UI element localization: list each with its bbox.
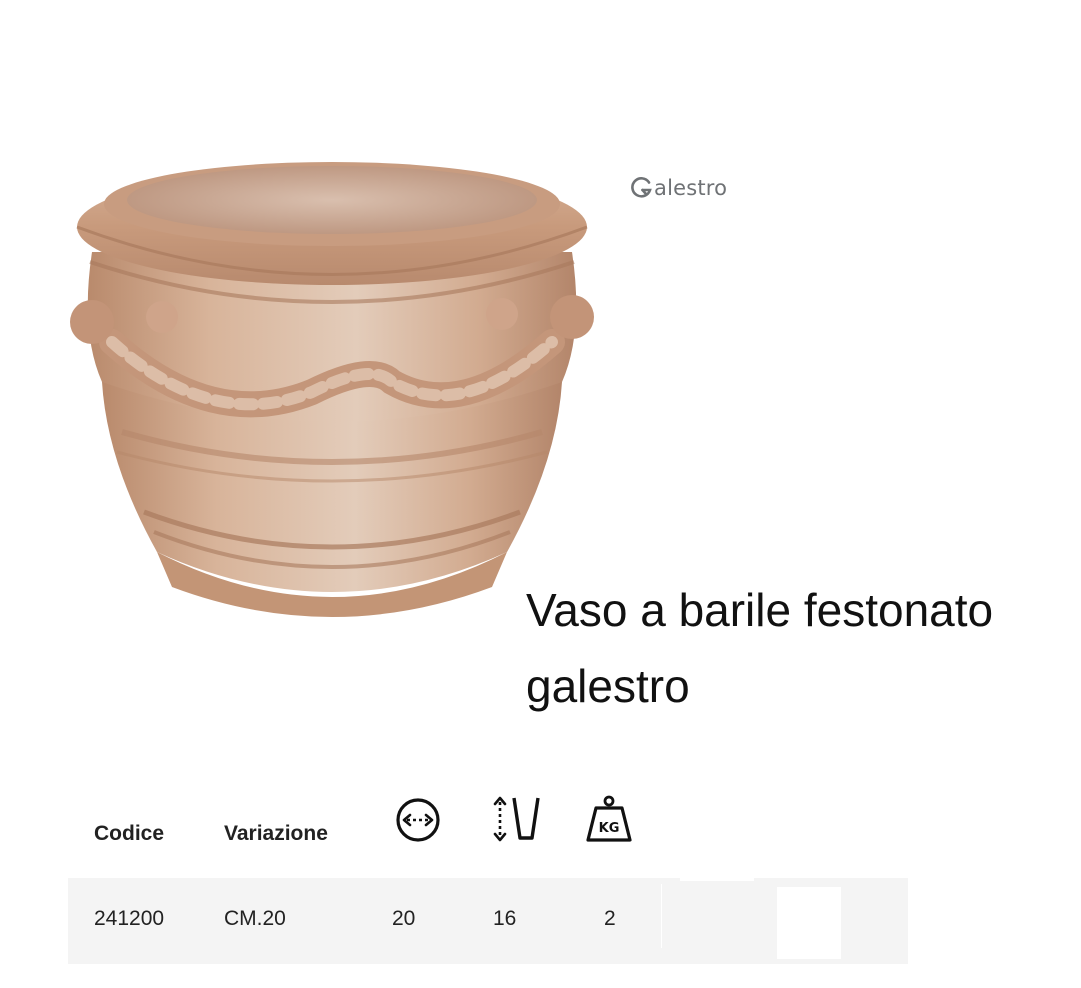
brand-logo: alestro: [630, 176, 727, 200]
cell-diameter: 20: [392, 907, 416, 930]
product-title: Vaso a barile festonato galestro: [526, 572, 1066, 724]
spec-table-header: Codice Variazione KG: [68, 780, 908, 878]
product-title-line1: Vaso a barile festonato: [526, 584, 994, 636]
diameter-icon: [394, 794, 442, 851]
header-variation: Variazione: [224, 822, 328, 845]
weight-kg-icon: KG: [584, 794, 634, 851]
row-divider: [661, 884, 662, 948]
quantity-input[interactable]: [777, 887, 841, 959]
table-row: 241200 CM.20 20 16 2: [68, 877, 908, 964]
terracotta-pot-image: [70, 162, 594, 617]
cell-height: 16: [493, 907, 517, 930]
cell-variation: CM.20: [224, 907, 286, 930]
header-code: Codice: [94, 822, 165, 845]
galestro-g-logo-icon: [631, 177, 652, 198]
product-image: [62, 132, 602, 632]
brand-name: alestro: [654, 176, 728, 200]
cell-code: 241200: [94, 907, 165, 930]
height-icon: [490, 794, 544, 851]
row-notch: [680, 877, 754, 881]
weight-icon-text: KG: [599, 821, 620, 836]
spec-table: Codice Variazione KG 241200 CM.20 20 16 …: [68, 780, 908, 964]
cell-weight: 2: [604, 907, 616, 930]
product-title-line2: galestro: [526, 660, 690, 712]
